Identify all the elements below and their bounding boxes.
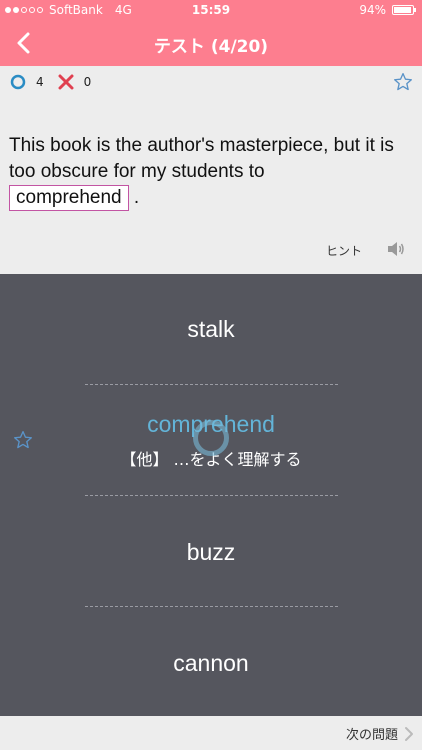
- choice-stalk[interactable]: stalk: [0, 316, 422, 343]
- circle-correct-icon: [10, 74, 26, 90]
- star-icon[interactable]: [393, 72, 413, 92]
- question-end: .: [133, 187, 140, 208]
- speaker-icon[interactable]: [386, 240, 406, 258]
- score-row: 4 0: [10, 74, 105, 90]
- status-right: 94%: [359, 3, 416, 17]
- choice-buzz[interactable]: buzz: [0, 539, 422, 566]
- divider: [85, 495, 338, 496]
- next-question-button[interactable]: 次の問題: [346, 724, 414, 743]
- page-title: テスト (4/20): [153, 37, 269, 57]
- divider: [85, 384, 338, 385]
- choice-cannon[interactable]: cannon: [0, 650, 422, 677]
- next-question-label: 次の問題: [345, 728, 398, 743]
- question-sentence: This book is the author's masterpiece, b…: [9, 133, 409, 211]
- question-text: This book is the author's masterpiece, b…: [9, 135, 394, 182]
- status-bar: SoftBank 4G 15:59 94%: [0, 0, 422, 20]
- battery-icon: [392, 5, 416, 15]
- bottom-bar: 次の問題: [0, 716, 422, 750]
- correct-count: 4: [36, 75, 44, 89]
- nav-bar: テスト (4/20): [0, 20, 422, 66]
- battery-percent: 94%: [359, 3, 386, 17]
- star-icon[interactable]: [13, 430, 33, 450]
- top-bar: SoftBank 4G 15:59 94% テスト (4/20): [0, 0, 422, 66]
- divider: [85, 606, 338, 607]
- cross-wrong-icon: [58, 74, 74, 90]
- answer-box: comprehend: [9, 185, 129, 211]
- correct-ring-overlay: [193, 420, 229, 456]
- wrong-count: 0: [83, 75, 92, 89]
- hint-button[interactable]: ヒント: [326, 242, 362, 259]
- choices-panel: stalk comprehend 【他】 …をよく理解する buzz canno…: [0, 274, 422, 716]
- chevron-right-icon: [405, 726, 413, 741]
